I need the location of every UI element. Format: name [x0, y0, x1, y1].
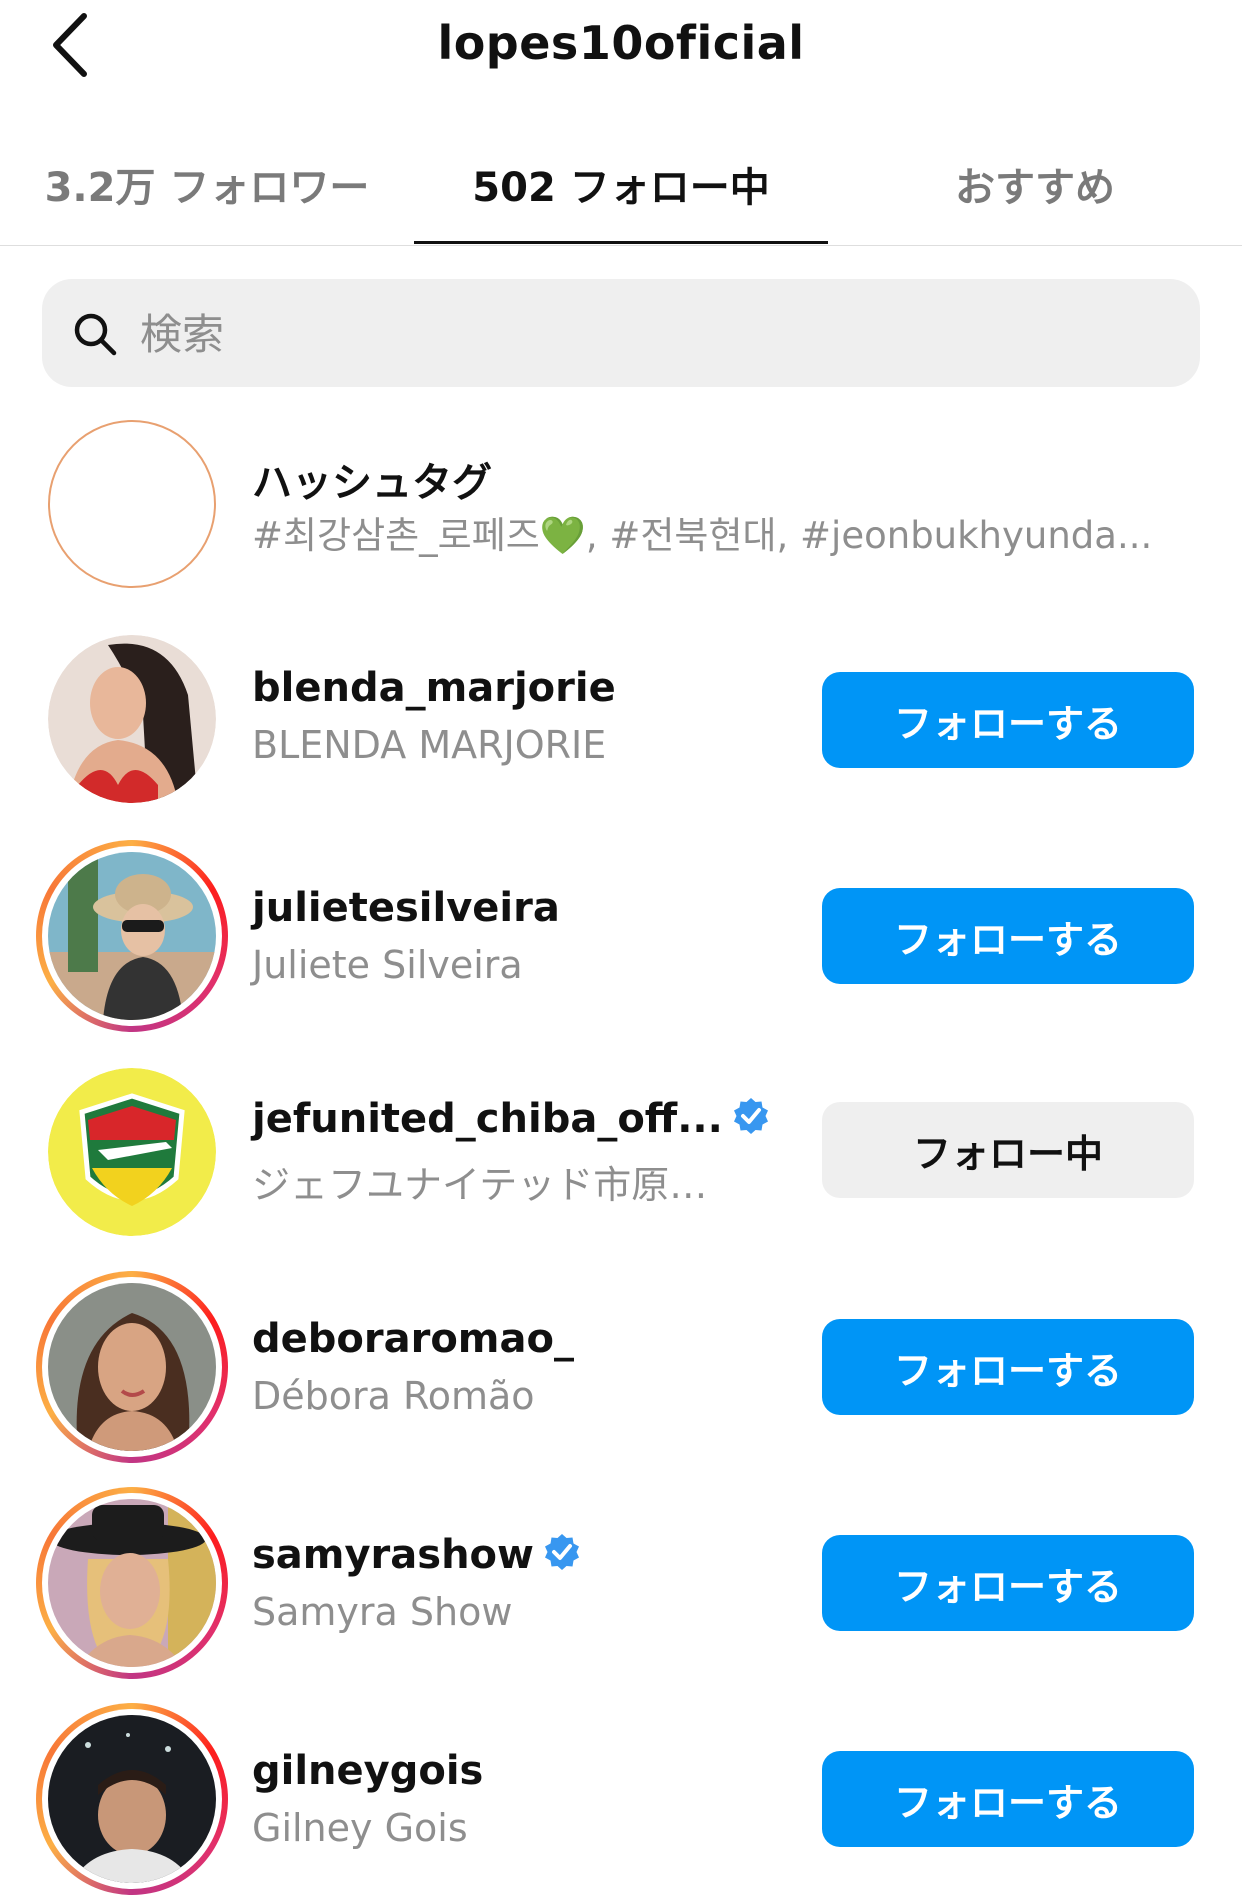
full-name: Gilney Gois: [252, 1806, 468, 1850]
hashtags-title: ハッシュタグ: [252, 460, 492, 506]
username[interactable]: gilneygois: [252, 1748, 483, 1794]
search-bar[interactable]: [42, 279, 1200, 387]
full-name: Juliete Silveira: [252, 943, 523, 987]
full-name: BLENDA MARJORIE: [252, 723, 607, 767]
avatar[interactable]: [36, 1271, 228, 1463]
list-item[interactable]: deboraromao_ Débora Romão フォローする: [0, 1271, 1242, 1463]
avatar[interactable]: [36, 840, 228, 1032]
username-with-badge[interactable]: samyrashow: [252, 1532, 582, 1578]
verified-badge-icon: [542, 1532, 582, 1572]
tab-followers[interactable]: 3.2万 フォロワー: [0, 155, 414, 213]
tab-suggested[interactable]: おすすめ: [828, 155, 1242, 213]
tab-bar: 3.2万 フォロワー 502 フォロー中 おすすめ: [0, 135, 1242, 246]
username[interactable]: jefunited_chiba_off...: [252, 1096, 723, 1142]
search-icon: [72, 311, 118, 357]
hashtags-subtitle: #최강삼촌_로페즈💚, #전북현대, #jeonbukhyunda...: [252, 514, 1153, 557]
username[interactable]: julietesilveira: [252, 885, 560, 931]
follow-button[interactable]: フォローする: [822, 1535, 1194, 1631]
follow-button[interactable]: フォローする: [822, 1319, 1194, 1415]
avatar[interactable]: [48, 635, 216, 803]
username[interactable]: deboraromao_: [252, 1316, 574, 1362]
username-with-badge[interactable]: jefunited_chiba_off...: [252, 1096, 771, 1142]
hashtag-icon: [48, 420, 216, 588]
username[interactable]: blenda_marjorie: [252, 665, 616, 711]
follow-button[interactable]: フォローする: [822, 1751, 1194, 1847]
follow-button[interactable]: フォローする: [822, 672, 1194, 768]
full-name: ジェフユナイテッド市原…: [252, 1163, 708, 1207]
header: lopes10oficial: [0, 0, 1242, 100]
page-title: lopes10oficial: [437, 16, 805, 70]
list-item[interactable]: jefunited_chiba_off... ジェフユナイテッド市原… フォロー…: [0, 1056, 1242, 1246]
follow-button[interactable]: フォローする: [822, 888, 1194, 984]
list-item[interactable]: gilneygois Gilney Gois フォローする: [0, 1703, 1242, 1895]
list-item[interactable]: julietesilveira Juliete Silveira フォローする: [0, 840, 1242, 1032]
full-name: Débora Romão: [252, 1374, 535, 1418]
active-tab-indicator: [414, 241, 828, 244]
search-input[interactable]: [138, 297, 1162, 371]
full-name: Samyra Show: [252, 1590, 513, 1634]
avatar[interactable]: [48, 1068, 216, 1236]
username[interactable]: samyrashow: [252, 1532, 534, 1578]
hashtags-row[interactable]: ハッシュタグ #최강삼촌_로페즈💚, #전북현대, #jeonbukhyunda…: [0, 415, 1242, 605]
verified-badge-icon: [731, 1096, 771, 1136]
list-item[interactable]: samyrashow Samyra Show フォローする: [0, 1487, 1242, 1679]
tab-following[interactable]: 502 フォロー中: [414, 155, 828, 213]
avatar[interactable]: [36, 1487, 228, 1679]
avatar[interactable]: [36, 1703, 228, 1895]
list-item[interactable]: blenda_marjorie BLENDA MARJORIE フォローする: [0, 625, 1242, 815]
following-button[interactable]: フォロー中: [822, 1102, 1194, 1198]
